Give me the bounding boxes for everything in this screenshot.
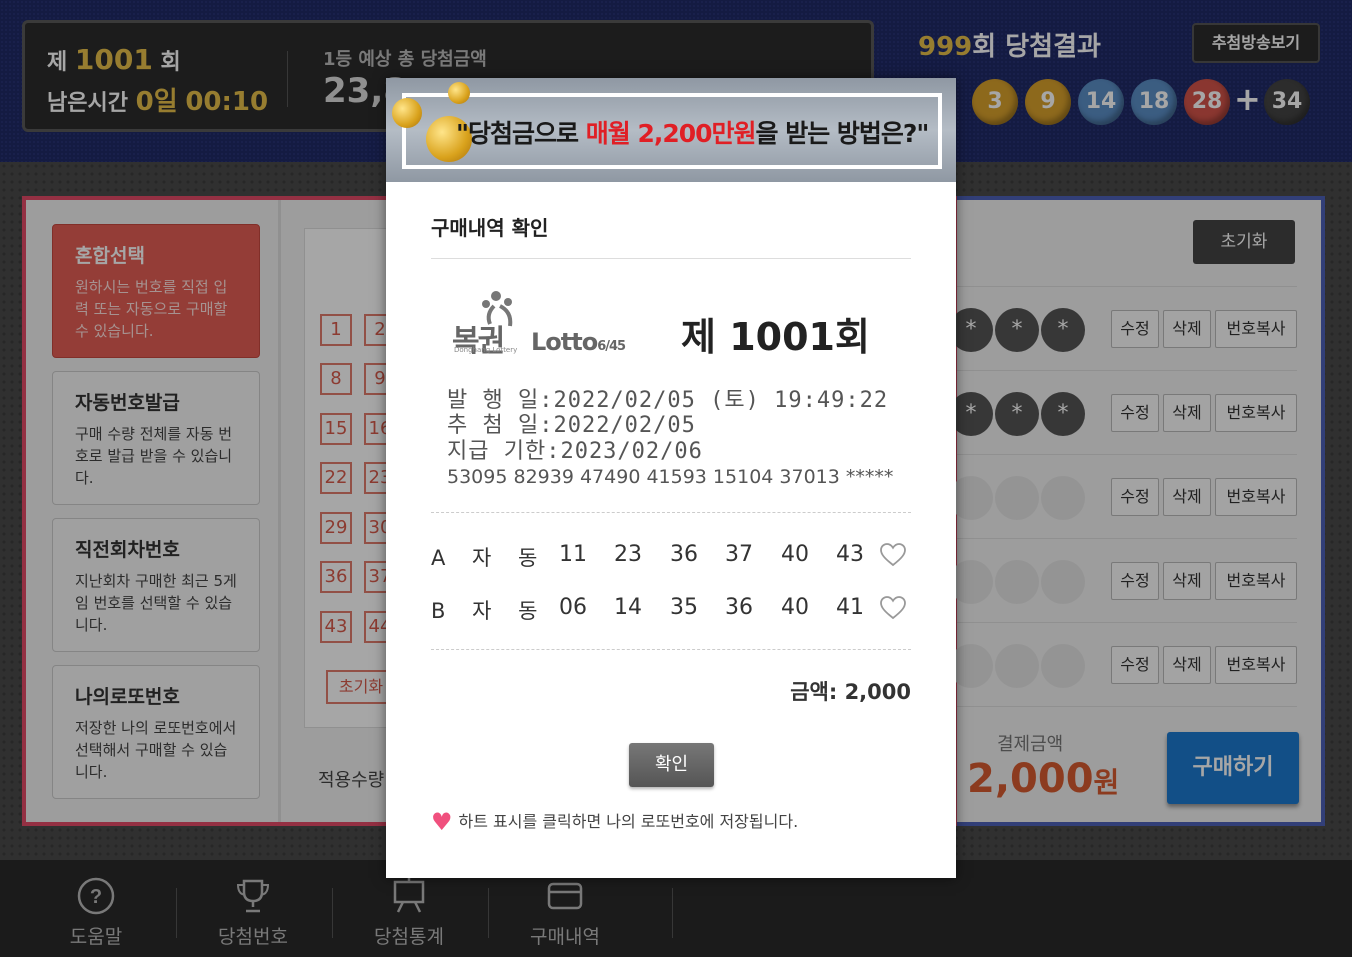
game-number: 35 xyxy=(670,595,698,620)
divider xyxy=(431,258,911,259)
lotto-logo-sub: 6/45 xyxy=(597,339,626,354)
coin-icon xyxy=(448,82,470,104)
game-number: 41 xyxy=(836,595,864,620)
heart-note-text: 하트 표시를 클릭하면 나의 로또번호에 저장됩니다. xyxy=(458,812,799,831)
payment-deadline: 지급 기한:2023/02/06 xyxy=(447,439,703,464)
heart-icon[interactable] xyxy=(880,543,906,567)
game-number: 14 xyxy=(614,595,642,620)
game-number: 11 xyxy=(559,542,587,567)
game-number: 36 xyxy=(725,595,753,620)
banner-highlight: 매월 2,200만원 xyxy=(585,119,757,148)
game-label: B 자 동 xyxy=(431,599,548,623)
ticket-serial: 53095 82939 47490 41593 15104 37013 ****… xyxy=(447,466,894,488)
coin-icon xyxy=(392,98,422,128)
game-number: 40 xyxy=(781,542,809,567)
ticket-round: 제 1001회 xyxy=(681,315,870,359)
game-number: 40 xyxy=(781,595,809,620)
divider xyxy=(431,512,911,513)
divider xyxy=(431,649,911,650)
game-number: 36 xyxy=(670,542,698,567)
game-label: A 자 동 xyxy=(431,546,548,570)
lotto-logo-text: Lotto xyxy=(531,328,598,356)
promo-banner[interactable]: "당첨금으로 매월 2,200만원을 받는 방법은?" xyxy=(386,78,956,182)
banner-text-pre: "당첨금으로 xyxy=(456,119,586,148)
modal-title: 구매내역 확인 xyxy=(431,216,549,240)
banner-text-post: 을 받는 방법은?" xyxy=(755,119,930,148)
banner-text: "당첨금으로 매월 2,200만원을 받는 방법은?" xyxy=(456,114,930,150)
purchase-confirm-modal: "당첨금으로 매월 2,200만원을 받는 방법은?" 구매내역 확인 복권 D… xyxy=(386,78,956,878)
confirm-button[interactable]: 확인 xyxy=(629,743,714,787)
game-number: 06 xyxy=(559,595,587,620)
heart-icon[interactable] xyxy=(880,596,906,620)
heart-filled-icon: ♥ xyxy=(431,808,453,836)
game-number: 43 xyxy=(836,542,864,567)
heart-note: ♥ 하트 표시를 클릭하면 나의 로또번호에 저장됩니다. xyxy=(431,808,798,836)
lotto-logo: Lotto6/45 xyxy=(531,328,626,356)
game-number: 23 xyxy=(614,542,642,567)
game-number: 37 xyxy=(725,542,753,567)
ticket-amount: 금액: 2,000 xyxy=(790,680,911,704)
logo-subtext: Donghang Lottery xyxy=(454,346,518,354)
